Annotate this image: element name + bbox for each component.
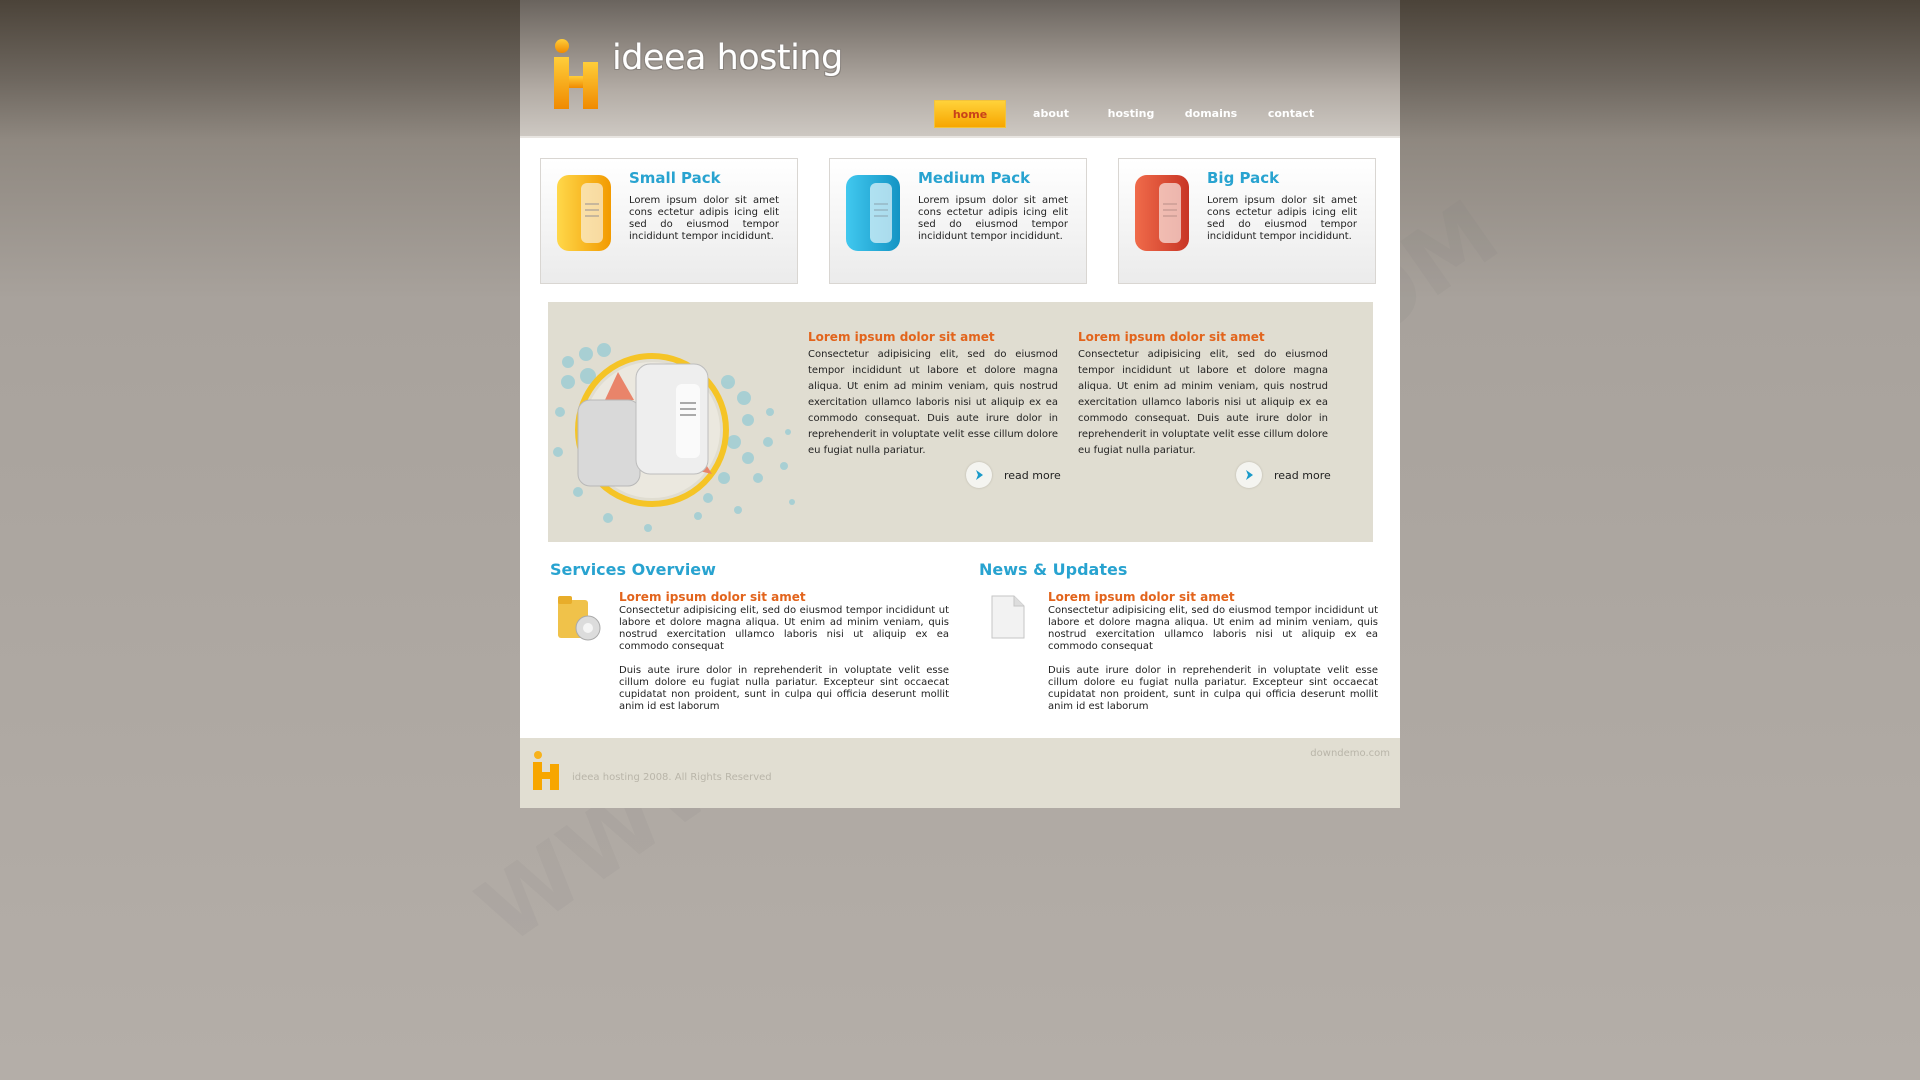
arrow-right-icon bbox=[1236, 462, 1262, 488]
arrow-right-icon bbox=[966, 462, 992, 488]
banner-text: Consectetur adipisicing elit, sed do eiu… bbox=[808, 349, 1058, 456]
services-heading: Lorem ipsum dolor sit amet bbox=[619, 590, 806, 604]
pack-title: Small Pack bbox=[629, 169, 721, 187]
document-icon bbox=[991, 595, 1025, 639]
logo-text: ideea hosting bbox=[612, 38, 843, 78]
servers-illustration-icon bbox=[553, 343, 795, 532]
services-paragraph-2: Duis aute irure dolor in reprehenderit i… bbox=[619, 665, 949, 712]
news-heading: Lorem ipsum dolor sit amet bbox=[1048, 590, 1235, 604]
services-paragraph-1: Consectetur adipisicing elit, sed do eiu… bbox=[619, 605, 949, 652]
pack-title: Big Pack bbox=[1207, 169, 1280, 187]
nav-domains[interactable]: domains bbox=[1176, 100, 1246, 128]
banner-text: Consectetur adipisicing elit, sed do eiu… bbox=[1078, 349, 1328, 456]
read-more-link-1[interactable]: read more bbox=[966, 462, 1061, 488]
footer: ideea hosting 2008. All Rights Reserved … bbox=[520, 738, 1400, 808]
folder-gear-icon bbox=[558, 596, 601, 641]
red-server-icon bbox=[1135, 175, 1189, 251]
news-paragraph-1: Consectetur adipisicing elit, sed do eiu… bbox=[1048, 605, 1378, 652]
nav-about[interactable]: about bbox=[1016, 100, 1086, 128]
copyright-text: ideea hosting 2008. All Rights Reserved bbox=[572, 772, 772, 783]
pack-description: Lorem ipsum dolor sit amet cons ectetur … bbox=[1207, 195, 1357, 242]
page-container: ideea hosting home about hosting domains… bbox=[520, 0, 1400, 808]
pack-card-big[interactable]: Big Pack Lorem ipsum dolor sit amet cons… bbox=[1118, 158, 1376, 284]
header: ideea hosting home about hosting domains… bbox=[520, 0, 1400, 138]
nav-contact[interactable]: contact bbox=[1256, 100, 1326, 128]
pack-card-small[interactable]: Small Pack Lorem ipsum dolor sit amet co… bbox=[540, 158, 798, 284]
pack-title: Medium Pack bbox=[918, 169, 1031, 187]
blue-server-icon bbox=[846, 175, 900, 251]
site-link[interactable]: downdemo.com bbox=[1310, 748, 1390, 759]
banner-column-2: Lorem ipsum dolor sit amet Consectetur a… bbox=[1078, 330, 1328, 459]
banner-heading: Lorem ipsum dolor sit amet bbox=[1078, 330, 1265, 344]
pack-description: Lorem ipsum dolor sit amet cons ectetur … bbox=[918, 195, 1068, 242]
banner-column-1: Lorem ipsum dolor sit amet Consectetur a… bbox=[808, 330, 1058, 459]
read-more-link-2[interactable]: read more bbox=[1236, 462, 1331, 488]
nav-home[interactable]: home bbox=[934, 100, 1006, 128]
pack-description: Lorem ipsum dolor sit amet cons ectetur … bbox=[629, 195, 779, 242]
read-more-label: read more bbox=[1274, 468, 1331, 482]
services-title: Services Overview bbox=[550, 560, 716, 579]
nav-hosting[interactable]: hosting bbox=[1096, 100, 1166, 128]
news-title: News & Updates bbox=[979, 560, 1128, 579]
main-nav: home about hosting domains contact bbox=[934, 100, 1336, 128]
footer-logo-icon bbox=[533, 751, 559, 790]
banner-heading: Lorem ipsum dolor sit amet bbox=[808, 330, 995, 344]
feature-banner: Lorem ipsum dolor sit amet Consectetur a… bbox=[548, 302, 1373, 542]
pack-card-medium[interactable]: Medium Pack Lorem ipsum dolor sit amet c… bbox=[829, 158, 1087, 284]
read-more-label: read more bbox=[1004, 468, 1061, 482]
orange-server-icon bbox=[557, 175, 611, 251]
news-paragraph-2: Duis aute irure dolor in reprehenderit i… bbox=[1048, 665, 1378, 712]
